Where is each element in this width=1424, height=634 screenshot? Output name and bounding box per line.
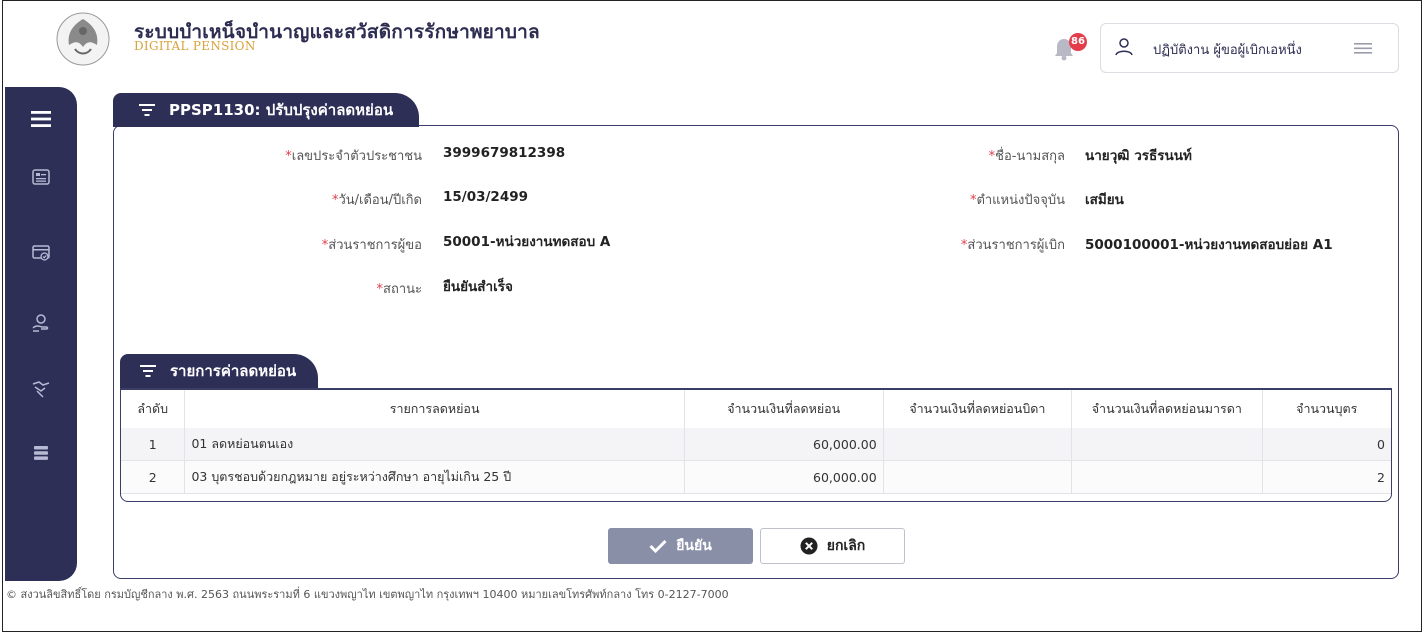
cell-no: 1 xyxy=(121,428,186,461)
deduction-table: ลำดับ รายการลดหย่อน จำนวนเงินที่ลดหย่อน … xyxy=(120,388,1392,502)
check-icon xyxy=(649,539,667,553)
check-card-icon xyxy=(32,245,50,261)
cell-item: 03 บุตรชอบด้วยกฎหมาย อยู่ระหว่างศึกษา อา… xyxy=(184,460,685,494)
user-icon xyxy=(1115,38,1133,56)
dob-label: *วัน/เดือน/ปีเกิด xyxy=(331,193,422,208)
sidebar-item-care[interactable] xyxy=(23,305,59,341)
dob-value: 15/03/2499 xyxy=(443,189,529,205)
menu-icon[interactable] xyxy=(1354,40,1372,56)
position-label: *ตำแหน่งปัจจุบัน xyxy=(969,193,1065,208)
sidebar-item-check-card[interactable] xyxy=(23,235,59,271)
sidebar xyxy=(5,87,77,581)
cancel-button-label: ยกเลิก xyxy=(826,538,866,554)
confirm-button[interactable]: ยืนยัน xyxy=(608,528,753,564)
sidebar-item-stack[interactable] xyxy=(23,435,59,471)
agency-request-value: 50001-หน่วยงานทดสอบ A xyxy=(443,234,611,250)
close-circle-icon xyxy=(800,537,818,555)
cell-item: 01 ลดหย่อนตนเอง xyxy=(184,428,685,461)
user-menu[interactable]: ปฏิบัติงาน ผู้ขอผู้เบิกเอหนึ่ง xyxy=(1100,23,1399,73)
deduction-section-title: รายการค่าลดหย่อน xyxy=(170,362,297,380)
table-row[interactable]: 2 03 บุตรชอบด้วยกฎหมาย อยู่ระหว่างศึกษา … xyxy=(121,460,1391,494)
cell-father xyxy=(883,428,1073,461)
deduction-section-tab: รายการค่าลดหย่อน xyxy=(120,354,319,388)
sidebar-item-handshake[interactable] xyxy=(23,371,59,407)
agency-request-label: *ส่วนราชการผู้ขอ xyxy=(321,238,422,253)
name-value: นายวุฒิ วรธีรนนท์ xyxy=(1085,148,1192,164)
cell-amount: 60,000.00 xyxy=(684,428,884,461)
logo-icon xyxy=(56,12,110,66)
agency-pay-value: 5000100001-หน่วยงานทดสอบย่อย A1 xyxy=(1085,237,1333,253)
confirm-button-label: ยืนยัน xyxy=(676,538,712,554)
filter-icon xyxy=(140,365,156,377)
sidebar-toggle[interactable] xyxy=(23,101,59,137)
status-label: *สถานะ xyxy=(376,282,422,297)
app-window: ระบบบำเหน็จบำนาญและสวัสดิการรักษาพยาบาล … xyxy=(2,0,1422,632)
name-label: *ชื่อ-นามสกุล xyxy=(988,149,1065,164)
stack-icon xyxy=(34,446,48,460)
page-title-tab: PPSP1130: ปรับปรุงค่าลดหย่อน xyxy=(113,93,420,127)
sidebar-item-id-card[interactable] xyxy=(23,159,59,195)
cell-amount: 60,000.00 xyxy=(684,460,884,494)
column-header: จำนวนเงินที่ลดหย่อนบิดา xyxy=(883,388,1073,428)
page-title: PPSP1130: ปรับปรุงค่าลดหย่อน xyxy=(169,101,394,119)
citizen-id-label: *เลขประจำตัวประชาชน xyxy=(285,149,422,164)
agency-pay-label: *ส่วนราชการผู้เบิก xyxy=(960,238,1065,253)
table-header-row: ลำดับ รายการลดหย่อน จำนวนเงินที่ลดหย่อน … xyxy=(121,388,1391,428)
user-name: ปฏิบัติงาน ผู้ขอผู้เบิกเอหนึ่ง xyxy=(1153,43,1302,58)
app-subtitle: DIGITAL PENSION xyxy=(134,39,256,53)
citizen-id-value: 3999679812398 xyxy=(443,145,566,161)
column-header: จำนวนเงินที่ลดหย่อน xyxy=(684,388,884,428)
column-header: จำนวนเงินที่ลดหย่อนมารดา xyxy=(1071,388,1263,428)
main-panel xyxy=(113,125,1399,579)
header: ระบบบำเหน็จบำนาญและสวัสดิการรักษาพยาบาล … xyxy=(3,1,1421,87)
care-hand-icon xyxy=(32,314,49,332)
cell-mother xyxy=(1071,428,1263,461)
footer-copyright: © สงวนลิขสิทธิ์โดย กรมบัญชีกลาง พ.ศ. 256… xyxy=(6,588,729,601)
cell-no: 2 xyxy=(121,460,186,494)
position-value: เสมียน xyxy=(1085,192,1124,208)
filter-icon xyxy=(139,104,155,116)
cell-mother xyxy=(1071,460,1263,494)
table-row[interactable]: 1 01 ลดหย่อนตนเอง 60,000.00 0 xyxy=(121,428,1391,461)
cell-father xyxy=(883,460,1073,494)
cancel-button[interactable]: ยกเลิก xyxy=(760,528,905,564)
cell-children: 0 xyxy=(1262,428,1391,461)
hamburger-icon xyxy=(31,111,51,127)
handshake-icon xyxy=(32,381,50,398)
column-header: ลำดับ xyxy=(121,388,186,428)
id-card-icon xyxy=(32,169,50,185)
column-header: จำนวนบุตร xyxy=(1262,388,1391,428)
notification-badge: 86 xyxy=(1069,33,1087,51)
column-header: รายการลดหย่อน xyxy=(184,388,685,428)
cell-children: 2 xyxy=(1262,460,1391,494)
status-value: ยืนยันสำเร็จ xyxy=(443,279,513,295)
